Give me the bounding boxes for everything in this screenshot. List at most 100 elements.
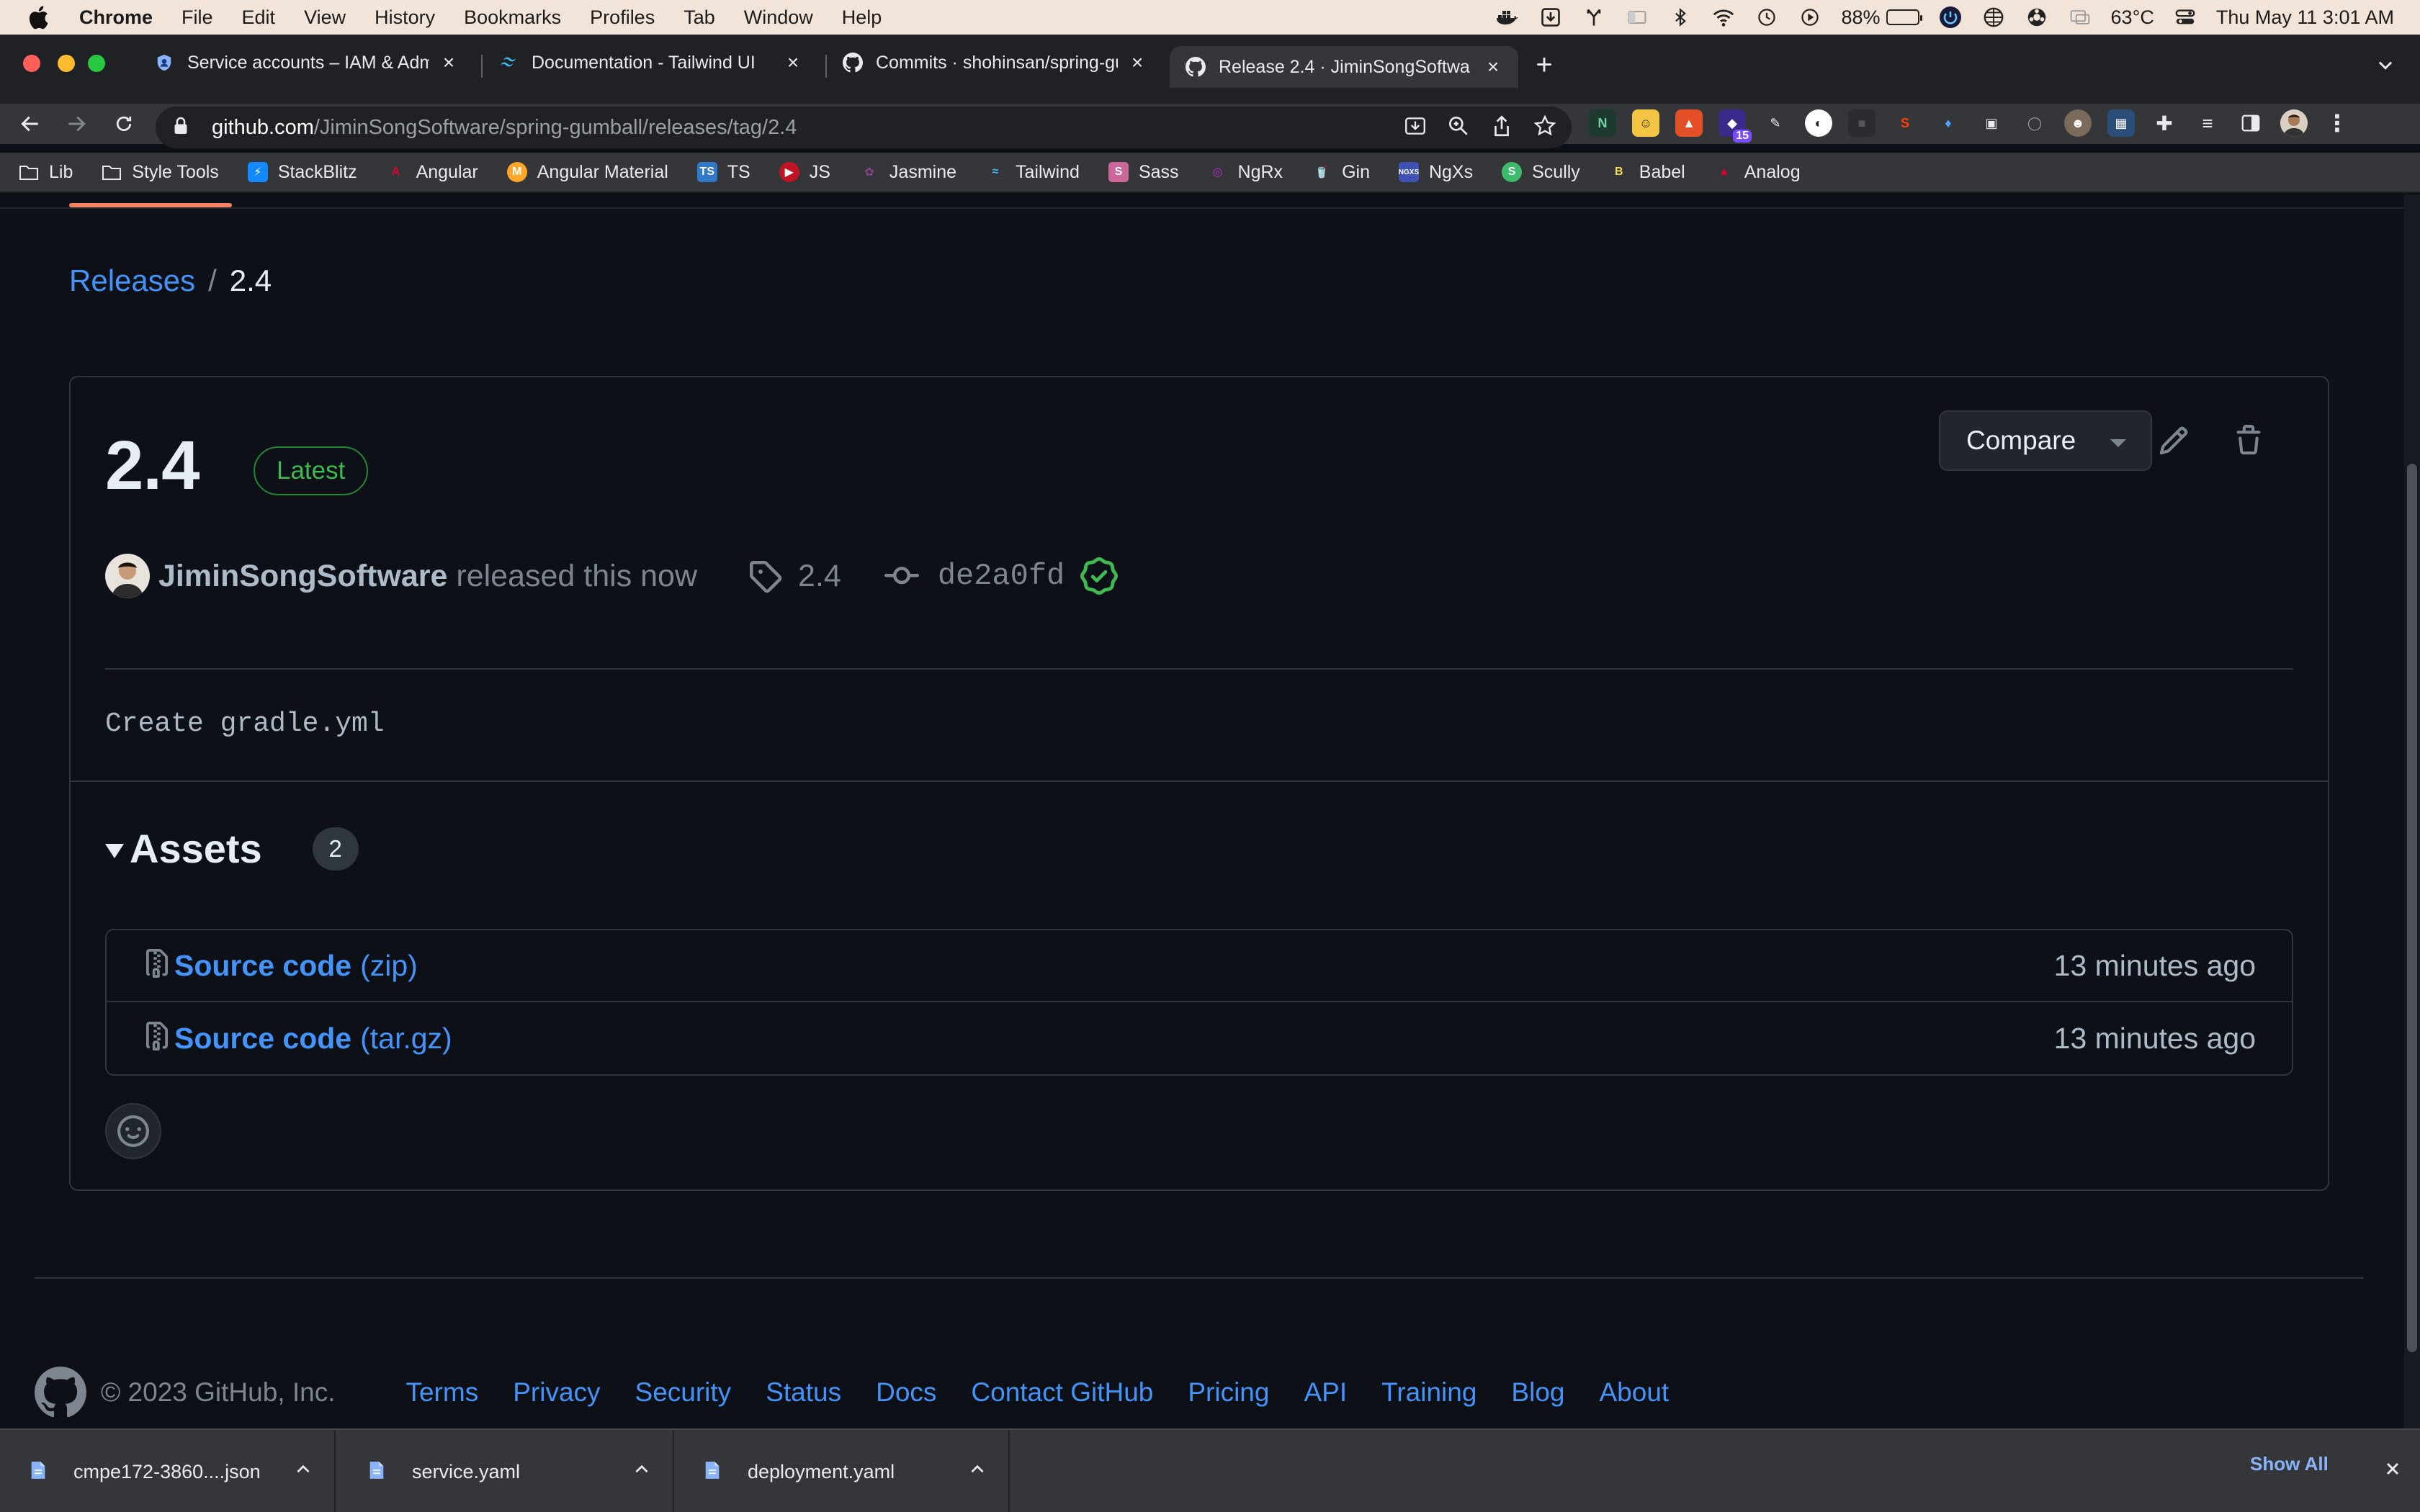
bookmark-ts[interactable]: TS TS xyxy=(696,162,750,183)
bookmark-angular-material[interactable]: M Angular Material xyxy=(506,162,668,183)
chevron-up-icon[interactable] xyxy=(294,1460,313,1479)
download-item[interactable]: service.yaml xyxy=(339,1430,674,1512)
extension-window-icon[interactable]: ▣ xyxy=(1978,109,2005,137)
footer-link-training[interactable]: Training xyxy=(1381,1377,1476,1408)
edit-release-button[interactable] xyxy=(2155,422,2192,459)
asset-ext[interactable]: (zip) xyxy=(360,949,418,983)
commit-link[interactable]: de2a0fd xyxy=(938,559,1065,593)
docker-icon[interactable] xyxy=(1495,5,1520,30)
bookmark-jasmine[interactable]: ✿ Jasmine xyxy=(859,162,956,183)
menu-edit[interactable]: Edit xyxy=(242,6,276,29)
asset-ext[interactable]: (tar.gz) xyxy=(360,1022,452,1056)
footer-link-api[interactable]: API xyxy=(1304,1377,1347,1408)
menu-profiles[interactable]: Profiles xyxy=(590,6,655,29)
extension-editor-icon[interactable]: N xyxy=(1589,109,1616,137)
bookmark-stackblitz[interactable]: ⚡ StackBlitz xyxy=(247,162,357,183)
footer-link-pricing[interactable]: Pricing xyxy=(1188,1377,1269,1408)
close-icon[interactable]: × xyxy=(1484,55,1502,78)
menu-view[interactable]: View xyxy=(304,6,346,29)
menu-help[interactable]: Help xyxy=(842,6,882,29)
bookmark-ngrx[interactable]: ◎ NgRx xyxy=(1208,162,1283,183)
tab-commits[interactable]: Commits · shohinsan/spring-gu × xyxy=(827,43,1162,82)
display-icon[interactable] xyxy=(2068,5,2092,30)
forward-button[interactable] xyxy=(62,109,91,138)
extensions-puzzle-icon[interactable]: ✚ xyxy=(2151,109,2178,137)
extension-svelte-icon[interactable]: S xyxy=(1891,109,1919,137)
extension-circle-icon[interactable]: ◐ xyxy=(1805,109,1832,137)
aperture-icon[interactable] xyxy=(2025,5,2049,30)
footer-link-security[interactable]: Security xyxy=(635,1377,732,1408)
tab-search-chevron-icon[interactable] xyxy=(2372,52,2398,78)
temperature-readout[interactable]: 63°C xyxy=(2111,6,2154,29)
apple-icon[interactable] xyxy=(27,5,49,30)
reload-button[interactable] xyxy=(109,109,138,138)
tab-service-accounts[interactable]: Service accounts – IAM & Adm × xyxy=(138,43,474,82)
install-app-icon[interactable] xyxy=(1403,114,1428,144)
tab-release-active[interactable]: Release 2.4 · JiminSongSoftwa × xyxy=(1170,46,1518,88)
author-link[interactable]: JiminSongSoftware xyxy=(158,559,447,594)
close-downloads-icon[interactable] xyxy=(2381,1457,2404,1480)
menu-tab[interactable]: Tab xyxy=(684,6,715,29)
tab-tailwind-docs[interactable]: Documentation - Tailwind UI × xyxy=(483,43,818,82)
address-bar[interactable]: github.com/JiminSongSoftware/spring-gumb… xyxy=(156,107,1572,148)
control-center-icon[interactable] xyxy=(2173,5,2197,30)
close-window-button[interactable] xyxy=(23,55,40,72)
show-all-downloads-link[interactable]: Show All xyxy=(2250,1453,2329,1475)
footer-link-terms[interactable]: Terms xyxy=(405,1377,478,1408)
breadcrumb-releases-link[interactable]: Releases xyxy=(69,264,195,298)
side-panel-icon[interactable] xyxy=(2237,109,2264,137)
zoom-icon[interactable] xyxy=(1446,114,1471,144)
extension-dark-icon[interactable]: ■ xyxy=(1848,109,1876,137)
release-title[interactable]: 2.4 xyxy=(105,426,200,505)
wifi-icon[interactable] xyxy=(1711,5,1736,30)
extension-bulb-icon[interactable]: ◯ xyxy=(2021,109,2048,137)
footer-link-privacy[interactable]: Privacy xyxy=(513,1377,600,1408)
footer-link-status[interactable]: Status xyxy=(766,1377,841,1408)
bookmark-star-icon[interactable] xyxy=(1533,114,1557,144)
verified-badge-icon[interactable] xyxy=(1080,557,1119,595)
battery-indicator[interactable]: 88% xyxy=(1841,6,1922,29)
close-icon[interactable]: × xyxy=(1128,51,1147,73)
new-tab-button[interactable]: + xyxy=(1530,49,1559,81)
extension-sticky-icon[interactable]: ☺ xyxy=(1632,109,1659,137)
footer-link-about[interactable]: About xyxy=(1599,1377,1669,1408)
bookmark-scully[interactable]: S Scully xyxy=(1502,162,1580,183)
asset-link-targz[interactable]: Source code xyxy=(174,1022,351,1056)
share-icon[interactable] xyxy=(1489,114,1514,144)
asset-link-zip[interactable]: Source code xyxy=(174,949,351,983)
download-item[interactable]: cmpe172-3860....json xyxy=(0,1430,336,1512)
compare-button[interactable]: Compare xyxy=(1939,410,2152,471)
download-box-icon[interactable] xyxy=(1538,5,1563,30)
bookmark-angular[interactable]: A Angular xyxy=(386,162,478,183)
footer-link-docs[interactable]: Docs xyxy=(876,1377,936,1408)
chevron-up-icon[interactable] xyxy=(968,1460,987,1479)
bluetooth-icon[interactable] xyxy=(1668,5,1693,30)
bookmark-ngxs[interactable]: NGXS NgXs xyxy=(1399,162,1473,183)
extension-gem-icon[interactable]: ♦ xyxy=(1935,109,1962,137)
extension-pen-icon[interactable]: ✎ xyxy=(1762,109,1789,137)
time-machine-icon[interactable] xyxy=(1754,5,1779,30)
add-reaction-button[interactable] xyxy=(105,1103,161,1159)
fork-icon[interactable] xyxy=(1582,5,1606,30)
menu-file[interactable]: File xyxy=(182,6,213,29)
scrollbar-thumb[interactable] xyxy=(2407,464,2417,1352)
close-icon[interactable]: × xyxy=(439,51,458,73)
menu-bookmarks[interactable]: Bookmarks xyxy=(464,6,561,29)
chrome-menu-icon[interactable]: ⋮ xyxy=(2323,109,2351,137)
page-scrollbar[interactable] xyxy=(2404,194,2420,1428)
bookmark-gin[interactable]: 🥤 Gin xyxy=(1312,162,1370,183)
extension-grid-icon[interactable]: ▦ xyxy=(2107,109,2135,137)
grid-globe-icon[interactable] xyxy=(1981,5,2006,30)
bookmark-folder-style-tools[interactable]: Style Tools xyxy=(102,162,219,183)
reading-list-icon[interactable]: ≡ xyxy=(2194,109,2221,137)
author-avatar[interactable] xyxy=(105,554,150,598)
extension-face-icon[interactable]: ☻ xyxy=(2064,109,2092,137)
bookmark-tailwind[interactable]: ≈ Tailwind xyxy=(985,162,1080,183)
github-logo-icon[interactable] xyxy=(35,1367,86,1418)
zoom-window-button[interactable] xyxy=(88,55,105,72)
extension-jira-icon[interactable]: ▲ xyxy=(1675,109,1703,137)
bookmark-babel[interactable]: B Babel xyxy=(1609,162,1685,183)
delete-release-button[interactable] xyxy=(2230,422,2267,459)
play-circle-icon[interactable] xyxy=(1798,5,1822,30)
assets-toggle[interactable]: Assets 2 xyxy=(105,825,359,872)
